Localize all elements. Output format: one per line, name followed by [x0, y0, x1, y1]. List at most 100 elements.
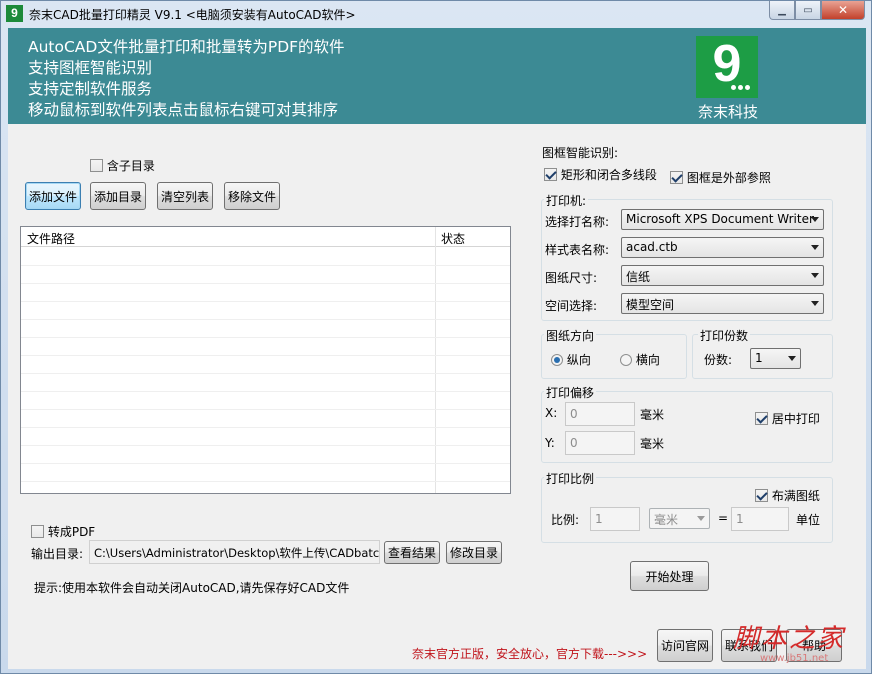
brand-logo: 9 — [696, 36, 758, 98]
style-table-select[interactable]: acad.ctb — [621, 237, 824, 258]
style-table-label: 样式表名称: — [545, 243, 610, 257]
chevron-down-icon — [697, 516, 705, 521]
table-row[interactable] — [21, 446, 510, 464]
table-row[interactable] — [21, 374, 510, 392]
center-print-checkbox[interactable] — [755, 412, 768, 425]
printer-name-label: 选择打名称: — [545, 215, 610, 229]
banner-line: 移动鼠标到软件列表点击鼠标右键可对其排序 — [28, 101, 339, 119]
change-dir-button[interactable]: 修改目录 — [446, 541, 502, 564]
add-directory-button[interactable]: 添加目录 — [90, 182, 146, 210]
column-header-status[interactable]: 状态 — [441, 230, 465, 247]
landscape-option[interactable]: 横向 — [620, 351, 660, 368]
chevron-down-icon — [811, 217, 819, 222]
table-row[interactable] — [21, 338, 510, 356]
banner-line: 支持图框智能识别 — [28, 59, 153, 77]
header-banner: AutoCAD文件批量打印和批量转为PDF的软件 支持图框智能识别 支持定制软件… — [8, 28, 866, 124]
offset-x-label: X: — [545, 406, 558, 420]
table-row[interactable] — [21, 410, 510, 428]
table-row[interactable] — [21, 392, 510, 410]
column-header-path[interactable]: 文件路径 — [27, 230, 75, 247]
output-dir-field[interactable]: C:\Users\Administrator\Desktop\软件上传\CADb… — [89, 540, 380, 564]
file-list[interactable]: 文件路径 状态 — [20, 226, 511, 494]
offset-group-label: 打印偏移 — [544, 384, 597, 401]
logo-dots-icon — [731, 85, 750, 90]
convert-pdf-label: 转成PDF — [47, 525, 96, 539]
tip-text: 提示:使用本软件会自动关闭AutoCAD,请先保存好CAD文件 — [34, 581, 350, 595]
fill-paper-option[interactable]: 布满图纸 — [755, 487, 820, 504]
chevron-down-icon — [811, 301, 819, 306]
printer-name-value: Microsoft XPS Document Writer — [626, 212, 814, 226]
scale-group-label: 打印比例 — [544, 470, 597, 487]
scale-unit-value: 毫米 — [654, 513, 679, 527]
style-table-value: acad.ctb — [626, 240, 678, 254]
table-row[interactable] — [21, 320, 510, 338]
external-ref-label: 图框是外部参照 — [686, 171, 771, 185]
table-row[interactable] — [21, 302, 510, 320]
watermark-url: www.jb51.net — [760, 653, 829, 664]
add-file-button[interactable]: 添加文件 — [25, 182, 81, 210]
app-window: 9 奈末CAD批量打印精灵 V9.1 <电脑须安装有AutoCAD软件> ▁ ▭… — [0, 0, 872, 674]
banner-text: AutoCAD文件批量打印和批量转为PDF的软件 支持图框智能识别 支持定制软件… — [28, 37, 345, 121]
paper-size-select[interactable]: 信纸 — [621, 265, 824, 286]
close-icon: ✕ — [837, 3, 849, 17]
offset-y-input[interactable]: 0 — [565, 431, 635, 455]
promo-text: 奈末官方正版，安全放心，官方下载--->>> — [412, 647, 648, 661]
fill-paper-label: 布满图纸 — [771, 489, 820, 503]
portrait-option[interactable]: 纵向 — [551, 351, 591, 368]
title-bar[interactable]: 9 奈末CAD批量打印精灵 V9.1 <电脑须安装有AutoCAD软件> ▁ ▭… — [1, 1, 871, 27]
printer-group-label: 打印机: — [544, 192, 589, 209]
scale-ratio-label: 比例: — [551, 513, 580, 527]
external-ref-option[interactable]: 图框是外部参照 — [670, 169, 771, 186]
center-print-option[interactable]: 居中打印 — [755, 410, 820, 427]
scale-equals: = — [718, 511, 729, 525]
clear-list-button[interactable]: 清空列表 — [157, 182, 213, 210]
rect-polyline-checkbox[interactable] — [544, 168, 557, 181]
table-row[interactable] — [21, 464, 510, 482]
scale-unit-count-input[interactable]: 1 — [731, 507, 789, 531]
brand-logo-glyph: 9 — [712, 35, 742, 93]
window-controls: ▁ ▭ ✕ — [769, 1, 865, 20]
paper-size-label: 图纸尺寸: — [545, 271, 598, 285]
chevron-down-icon — [811, 273, 819, 278]
table-row[interactable] — [21, 428, 510, 446]
file-list-header: 文件路径 状态 — [21, 227, 510, 247]
watermark-logo: 脚本之家 — [733, 624, 846, 654]
scale-unit-select[interactable]: 毫米 — [649, 508, 710, 529]
minimize-button[interactable]: ▁ — [769, 1, 795, 20]
start-process-button[interactable]: 开始处理 — [630, 561, 709, 591]
banner-line: 支持定制软件服务 — [28, 80, 153, 98]
orientation-group-label: 图纸方向 — [544, 327, 597, 344]
banner-line: AutoCAD文件批量打印和批量转为PDF的软件 — [28, 38, 345, 56]
remove-file-button[interactable]: 移除文件 — [224, 182, 280, 210]
view-result-button[interactable]: 查看结果 — [384, 541, 440, 564]
table-row[interactable] — [21, 356, 510, 374]
app-logo-icon: 9 — [6, 5, 23, 22]
brand-name: 奈末科技 — [697, 103, 758, 121]
frame-detect-title: 图框智能识别: — [542, 146, 619, 160]
printer-name-select[interactable]: Microsoft XPS Document Writer — [621, 209, 824, 230]
fill-paper-checkbox[interactable] — [755, 489, 768, 502]
table-row[interactable] — [21, 248, 510, 266]
rect-polyline-option[interactable]: 矩形和闭合多线段 — [544, 166, 657, 183]
center-print-label: 居中打印 — [771, 412, 820, 426]
landscape-radio[interactable] — [620, 354, 632, 366]
close-button[interactable]: ✕ — [821, 1, 865, 20]
space-select[interactable]: 模型空间 — [621, 293, 824, 314]
table-row[interactable] — [21, 284, 510, 302]
scale-unit-label: 单位 — [796, 513, 821, 527]
include-subdir-option[interactable]: 含子目录 — [90, 157, 155, 174]
convert-pdf-checkbox[interactable] — [31, 525, 44, 538]
visit-website-button[interactable]: 访问官网 — [657, 629, 713, 662]
table-row[interactable] — [21, 266, 510, 284]
copies-select[interactable]: 1 — [750, 348, 801, 369]
portrait-radio[interactable] — [551, 354, 563, 366]
offset-x-unit: 毫米 — [640, 408, 665, 422]
convert-pdf-option[interactable]: 转成PDF — [31, 523, 95, 540]
maximize-button[interactable]: ▭ — [795, 1, 821, 20]
chevron-down-icon — [811, 245, 819, 250]
offset-x-input[interactable]: 0 — [565, 402, 635, 426]
external-ref-checkbox[interactable] — [670, 171, 683, 184]
include-subdir-checkbox[interactable] — [90, 159, 103, 172]
copies-value: 1 — [755, 351, 763, 365]
scale-ratio-input[interactable]: 1 — [590, 507, 640, 531]
